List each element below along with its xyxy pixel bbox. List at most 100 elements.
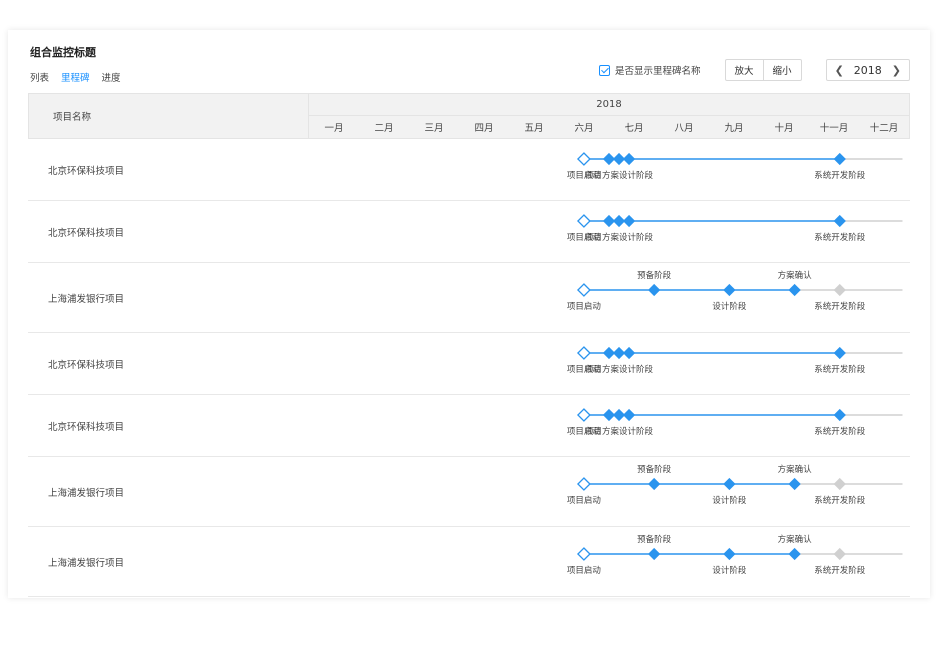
milestone-diamond-icon[interactable] (833, 152, 846, 166)
toolbar: 是否显示里程碑名称 放大 缩小 ❮ 2018 ❯ (599, 58, 910, 82)
milestone-timeline: 项目启动项目方案设计阶段 系统开发阶段 (567, 214, 903, 243)
milestone-diamond-icon[interactable] (833, 214, 846, 228)
table-row[interactable]: 北京环保科技项目 项目启动 项目方案设计阶段 系统开发阶段 (28, 395, 910, 457)
milestone-diamond-icon[interactable] (602, 408, 616, 422)
table-row[interactable]: 北京环保科技项目 项目启动 项目方案设计阶段 系统开发阶段 (28, 201, 910, 263)
month-header: 三月 (424, 123, 444, 134)
milestone-diamond-icon[interactable] (833, 408, 846, 422)
milestone-diamond-icon[interactable] (576, 408, 591, 422)
month-header: 五月 (524, 123, 544, 134)
tab-milestone[interactable]: 里程碑 (61, 70, 90, 84)
month-header: 七月 (624, 123, 644, 134)
milestone-diamond-icon[interactable] (576, 152, 591, 166)
milestone-grid: 项目名称 2018 一月 二月 三月 四月 五月 六月 七月 八月 九月 十月 十一月 十二月 北京环… (28, 93, 910, 597)
milestone-diamond-icon[interactable] (788, 477, 801, 491)
project-rows: 北京环保科技项目 项目启动 项目方案设计阶段 系统开发阶段 北京环保科技项目 项目启动 项目… (28, 139, 910, 597)
checkbox-checked-icon[interactable] (599, 64, 611, 76)
milestone-diamond-icon[interactable] (788, 283, 801, 297)
table-row[interactable]: 上海浦发银行项目 项目启动 预备阶段 设计阶段 方案确认 系统开发阶段 (28, 527, 910, 597)
month-header-row: 一月 二月 三月 四月 五月 六月 七月 八月 九月 十月 十一月 十二月 (309, 116, 909, 138)
milestone-diamond-icon[interactable] (833, 346, 846, 360)
milestone-diamond-icon[interactable] (602, 152, 616, 166)
milestone-diamond-icon[interactable] (576, 214, 591, 228)
milestone-label: 系统开发阶段 (814, 565, 866, 576)
month-header: 十一月 (819, 123, 849, 134)
zoom-in-button[interactable]: 放大 (726, 60, 763, 80)
view-tabs: 列表 里程碑 进度 (30, 70, 121, 84)
milestone-diamond-icon[interactable] (723, 477, 736, 491)
milestone-diamond-icon[interactable] (612, 152, 626, 166)
chevron-right-icon[interactable]: ❯ (892, 64, 901, 77)
milestone-timeline: 项目启动项目方案设计阶段 系统开发阶段 (567, 152, 903, 181)
milestone-label: 项目方案设计阶段 (585, 426, 654, 437)
milestone-label: 系统开发阶段 (814, 170, 866, 181)
milestone-diamond-icon[interactable] (788, 547, 801, 561)
page-title: 组合监控标题 (30, 46, 96, 59)
milestone-label: 设计阶段 (712, 301, 747, 312)
year-header: 2018 (309, 94, 909, 116)
milestone-diamond-icon[interactable] (576, 346, 591, 360)
month-header: 十月 (774, 123, 794, 134)
milestone-diamond-icon[interactable] (833, 283, 846, 297)
milestone-label: 系统开发阶段 (814, 495, 866, 506)
table-row[interactable]: 上海浦发银行项目 项目启动 预备阶段 设计阶段 方案确认 系统开发阶段 (28, 457, 910, 527)
milestone-diamond-icon[interactable] (833, 477, 846, 491)
milestone-diamond-icon[interactable] (648, 547, 661, 561)
milestone-label: 系统开发阶段 (814, 364, 866, 375)
milestone-timeline: 项目启动 预备阶段设计阶段 方案确认系统开发阶段 (567, 534, 903, 576)
milestone-diamond-icon[interactable] (602, 346, 616, 360)
milestone-diamond-icon[interactable] (648, 477, 661, 491)
milestone-label: 预备阶段 (637, 464, 672, 475)
milestone-label: 设计阶段 (712, 495, 747, 506)
tab-progress[interactable]: 进度 (102, 70, 121, 84)
milestone-timeline: 项目启动项目方案设计阶段 系统开发阶段 (567, 408, 903, 437)
portfolio-monitor-card: 组合监控标题 列表 里程碑 进度 是否显示里程碑名称 放大 缩小 ❮ 2018 … (8, 30, 930, 598)
table-row[interactable]: 北京环保科技项目 项目启动 项目方案设计阶段 系统开发阶段 (28, 333, 910, 395)
show-milestone-name-checkbox[interactable]: 是否显示里程碑名称 (599, 63, 701, 77)
show-milestone-name-label: 是否显示里程碑名称 (615, 66, 701, 77)
chevron-left-icon[interactable]: ❮ (835, 64, 844, 77)
milestone-diamond-icon[interactable] (648, 283, 661, 297)
year-selector: ❮ 2018 ❯ (825, 59, 910, 81)
milestone-label: 项目方案设计阶段 (585, 232, 654, 243)
milestone-label: 项目启动 (567, 495, 602, 506)
milestone-diamond-icon[interactable] (833, 547, 846, 561)
milestone-diamond-icon[interactable] (622, 152, 636, 166)
table-row[interactable]: 上海浦发银行项目 项目启动 预备阶段 设计阶段 方案确认 系统开发阶段 (28, 263, 910, 333)
month-header: 八月 (674, 123, 694, 134)
milestone-diamond-icon[interactable] (612, 346, 626, 360)
milestone-label: 方案确认 (778, 270, 813, 281)
milestone-diamond-icon[interactable] (612, 408, 626, 422)
milestone-diamond-icon[interactable] (576, 283, 591, 297)
milestone-timeline: 项目启动项目方案设计阶段 系统开发阶段 (567, 346, 903, 375)
grid-header: 项目名称 2018 一月 二月 三月 四月 五月 六月 七月 八月 九月 十月 十一月 十二月 (28, 93, 910, 139)
month-header: 十二月 (869, 123, 899, 134)
timeline-header: 2018 一月 二月 三月 四月 五月 六月 七月 八月 九月 十月 十一月 十二月 (309, 94, 909, 138)
month-header: 四月 (474, 123, 494, 134)
milestone-diamond-icon[interactable] (622, 346, 636, 360)
milestone-diamond-icon[interactable] (576, 477, 591, 491)
tab-list[interactable]: 列表 (30, 70, 49, 84)
milestone-label: 系统开发阶段 (814, 301, 866, 312)
month-header: 九月 (724, 123, 744, 134)
milestone-diamond-icon[interactable] (622, 408, 636, 422)
month-header: 一月 (324, 123, 344, 134)
milestone-label: 设计阶段 (712, 565, 747, 576)
zoom-button-group: 放大 缩小 (724, 59, 802, 81)
milestone-label: 项目启动 (567, 301, 602, 312)
project-name-header: 项目名称 (29, 94, 309, 138)
milestone-diamond-icon[interactable] (723, 283, 736, 297)
milestone-diamond-icon[interactable] (602, 214, 616, 228)
month-header: 二月 (374, 123, 394, 134)
milestone-label: 预备阶段 (637, 534, 672, 545)
milestone-diamond-icon[interactable] (622, 214, 636, 228)
milestone-timeline: 项目启动 预备阶段设计阶段 方案确认系统开发阶段 (567, 270, 903, 312)
milestone-diamond-icon[interactable] (612, 214, 626, 228)
milestone-label: 系统开发阶段 (814, 426, 866, 437)
milestone-diamond-icon[interactable] (576, 547, 591, 561)
table-row[interactable]: 北京环保科技项目 项目启动 项目方案设计阶段 系统开发阶段 (28, 139, 910, 201)
zoom-out-button[interactable]: 缩小 (762, 60, 801, 80)
milestone-label: 项目方案设计阶段 (585, 364, 654, 375)
milestone-diamond-icon[interactable] (723, 547, 736, 561)
month-header: 六月 (574, 123, 594, 134)
